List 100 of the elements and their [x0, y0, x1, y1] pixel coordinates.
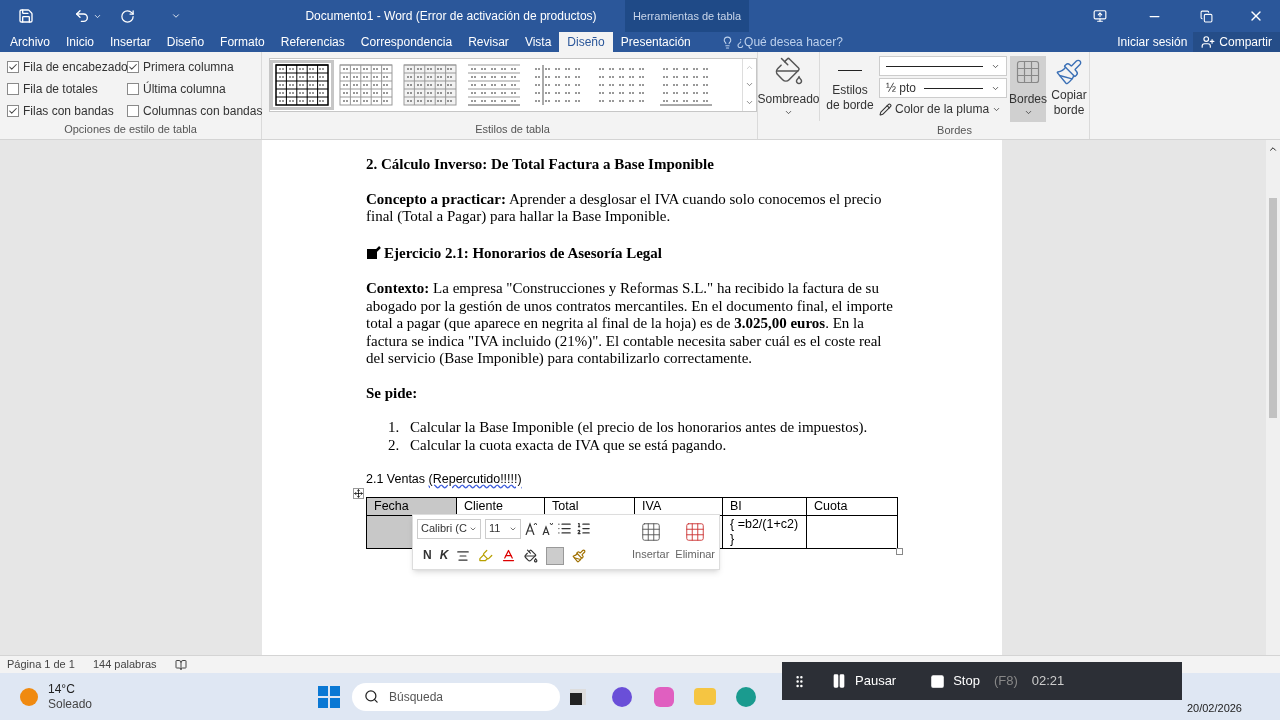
checkbox-label: Filas con bandas — [23, 103, 114, 120]
ribbon-tab[interactable]: Diseño — [559, 32, 613, 52]
table-resize-handle[interactable] — [896, 547, 903, 555]
copy-border-button[interactable]: Copiar borde — [1049, 56, 1089, 122]
window-title: Documento1 - Word (Error de activación de productos) — [304, 8, 598, 25]
line-style-dropdown[interactable] — [879, 56, 1007, 76]
proofing-icon[interactable] — [174, 658, 187, 671]
move-icon — [354, 488, 363, 498]
list-item: Calcular la cuota exacta de IVA que se está pagando. — [410, 436, 727, 454]
page-count: Página 1 de 1 — [7, 657, 75, 673]
list-number: 1. — [388, 419, 400, 437]
check-icon — [8, 62, 18, 72]
caret-icon — [1023, 108, 1033, 117]
highlighter-icon[interactable] — [478, 548, 494, 563]
bullets-icon[interactable] — [557, 521, 572, 536]
borders-icon[interactable] — [546, 546, 565, 565]
browser-icon[interactable] — [736, 686, 756, 707]
taskbar-search-field[interactable]: Búsqueda — [352, 682, 560, 711]
undo-icon[interactable] — [74, 8, 90, 24]
table-style-thumbnail[interactable] — [269, 60, 334, 110]
pause-button[interactable]: Pausar — [831, 671, 897, 691]
checkbox[interactable] — [127, 105, 139, 117]
tell-me-field[interactable]: ¿Qué desea hacer? — [720, 32, 843, 52]
shrink-font-icon[interactable] — [541, 522, 553, 535]
vertical-scrollbar[interactable] — [1266, 140, 1280, 655]
line-weight-dropdown[interactable]: ½ pto — [879, 78, 1007, 98]
table-cell: { =b2/(1+c2) } — [722, 515, 807, 548]
font-name-dropdown[interactable]: Calibri (C — [417, 518, 481, 539]
table-style-preview-icon — [338, 64, 393, 106]
word-count: 144 palabras — [92, 657, 157, 673]
pen-icon — [879, 102, 892, 116]
meet-icon[interactable] — [612, 686, 632, 707]
italic-button[interactable]: K — [439, 548, 449, 563]
customize-toolbar-icon[interactable] — [171, 11, 181, 21]
checkbox[interactable] — [127, 61, 139, 73]
ribbon-tab[interactable]: Revisar — [460, 32, 517, 52]
check-icon — [128, 62, 138, 72]
share-button[interactable]: Compartir — [1193, 32, 1280, 52]
copilot-icon[interactable] — [654, 686, 674, 707]
grid-icon — [1014, 58, 1042, 86]
font-color-icon[interactable] — [501, 548, 517, 563]
ribbon-tab[interactable]: Presentación — [612, 32, 699, 52]
delete-button[interactable]: Eliminar — [672, 514, 719, 569]
ribbon-tab[interactable]: Inicio — [58, 32, 103, 52]
shading-icon[interactable] — [524, 548, 539, 563]
recording-timer: 02:21 — [1031, 672, 1065, 691]
shading-button[interactable]: Sombreado — [758, 52, 820, 121]
ribbon-tab[interactable]: Diseño — [158, 32, 213, 52]
ribbon-tab[interactable]: Referencias — [272, 32, 353, 52]
start-icon[interactable] — [318, 685, 340, 708]
borders-button[interactable]: Bordes — [1010, 56, 1046, 122]
redo-icon[interactable] — [120, 8, 135, 24]
bold-button[interactable]: N — [423, 548, 432, 563]
ribbon-tab[interactable]: Vista — [516, 32, 560, 52]
checkbox[interactable] — [7, 61, 19, 73]
stop-button[interactable]: Stop — [930, 671, 980, 691]
table-caption: 2.1 Ventas (Repercutido!!!!!) — [366, 471, 523, 488]
table-style-preview-icon — [402, 64, 457, 106]
sign-in-link[interactable]: Iniciar sesión — [1111, 32, 1194, 52]
table-style-preview-icon — [466, 64, 521, 106]
pen-color-button[interactable]: Color de la pluma — [879, 100, 1007, 118]
paragraph: Contexto: La empresa "Construcciones y Reformas S.L." ha recibido la factura de su abogado por la gestión de unos contratos mercantiles. En el documento final, el importe total a pagar (que aparece en negrita al final de la hoja) es de 3.025,00 euros. En la factura se indica "IVA incluido (21%)". El contable necesita saber cuál es el coste real del servicio (Base Imponible) para contabilizarlo correctamente. — [366, 280, 894, 368]
group-label: Bordes — [936, 123, 973, 138]
scrollbar-thumb[interactable] — [1269, 198, 1277, 418]
table-header-cell: Cuota — [806, 497, 898, 515]
checkbox-label: Última columna — [143, 80, 226, 98]
ribbon-tab[interactable]: Correspondencia — [352, 32, 461, 52]
table-move-handle[interactable] — [353, 487, 364, 499]
center-align-icon[interactable] — [456, 548, 471, 563]
paragraph: Concepto a practicar: Aprender a desglosar el IVA cuando solo conocemos el precio final (Total a Pagar) para hallar la Base Imponible. — [366, 190, 883, 226]
date-label: 20/02/2026 — [1186, 700, 1242, 716]
save-icon[interactable] — [18, 8, 34, 24]
section-heading: 2. Cálculo Inverso: De Total Factura a Base Imponible — [366, 156, 715, 174]
checkbox-label: Primera columna — [143, 59, 234, 76]
checkbox[interactable] — [7, 83, 19, 95]
checkbox[interactable] — [7, 105, 19, 117]
ribbon-display-icon[interactable] — [1093, 9, 1107, 23]
group-label: Opciones de estilo de tabla — [63, 121, 198, 137]
font-size-dropdown[interactable]: 11 — [485, 518, 521, 539]
table-style-preview-icon — [274, 64, 329, 106]
task-view-icon[interactable] — [570, 688, 586, 705]
memo-icon — [366, 246, 381, 261]
checkbox[interactable] — [127, 83, 139, 95]
scroll-up-icon — [1268, 144, 1278, 154]
grow-font-icon[interactable] — [525, 522, 537, 535]
insert-button[interactable]: Insertar — [629, 514, 673, 569]
sun-icon — [20, 687, 38, 706]
shortcut-hint: (F8) — [993, 672, 1018, 691]
table-insert-icon — [639, 521, 662, 543]
table-delete-icon — [684, 521, 707, 543]
ribbon-tab[interactable]: Archivo — [2, 32, 58, 52]
restore-icon[interactable] — [1200, 9, 1213, 23]
numbering-icon[interactable] — [576, 521, 591, 536]
format-painter-icon[interactable] — [572, 548, 587, 563]
ribbon-tab[interactable]: Formato — [212, 32, 273, 52]
list-item: Calcular la Base Imponible (el precio de los honorarios antes de impuestos). — [410, 419, 868, 437]
checkbox-label: Fila de encabezado — [23, 59, 128, 76]
ribbon-tab[interactable]: Insertar — [102, 32, 159, 52]
group-label: Estilos de tabla — [475, 121, 550, 137]
border-styles-button[interactable]: Estilos de borde — [824, 56, 876, 122]
